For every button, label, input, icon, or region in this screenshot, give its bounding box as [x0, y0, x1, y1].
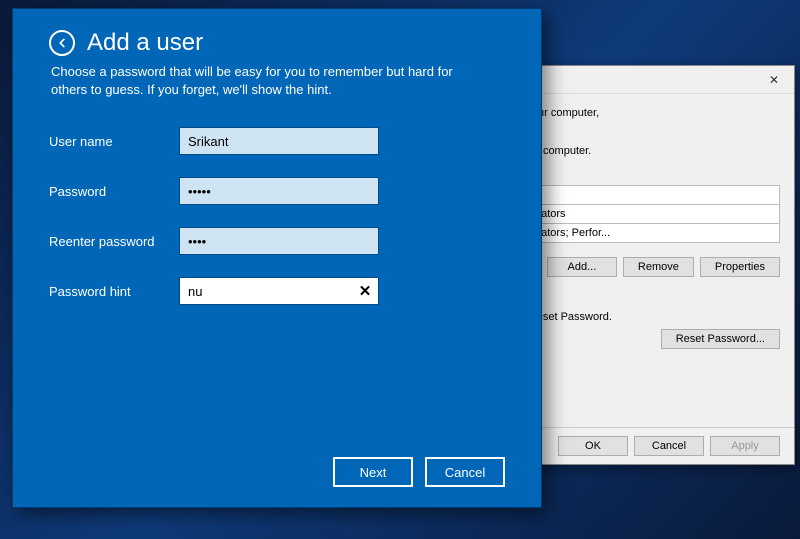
password-input[interactable]: [179, 177, 379, 205]
apply-button[interactable]: Apply: [710, 436, 780, 456]
username-label: User name: [49, 134, 179, 149]
back-icon[interactable]: [49, 30, 75, 56]
add-user-dialog: Add a user Choose a password that will b…: [12, 8, 542, 508]
remove-button[interactable]: Remove: [623, 257, 694, 277]
clear-icon[interactable]: ✕: [355, 281, 375, 301]
password-hint-input[interactable]: [179, 277, 379, 305]
reenter-password-input[interactable]: [179, 227, 379, 255]
cancel-button[interactable]: Cancel: [634, 436, 704, 456]
password-hint-label: Password hint: [49, 284, 179, 299]
properties-button[interactable]: Properties: [700, 257, 780, 277]
ok-button[interactable]: OK: [558, 436, 628, 456]
dialog-description: Choose a password that will be easy for …: [51, 63, 481, 99]
reset-password-button[interactable]: Reset Password...: [661, 329, 780, 349]
add-button[interactable]: Add...: [547, 257, 617, 277]
cancel-button[interactable]: Cancel: [425, 457, 505, 487]
username-input[interactable]: [179, 127, 379, 155]
next-button[interactable]: Next: [333, 457, 413, 487]
reenter-password-label: Reenter password: [49, 234, 179, 249]
close-icon[interactable]: ✕: [754, 66, 794, 93]
dialog-title: Add a user: [87, 29, 203, 57]
password-label: Password: [49, 184, 179, 199]
